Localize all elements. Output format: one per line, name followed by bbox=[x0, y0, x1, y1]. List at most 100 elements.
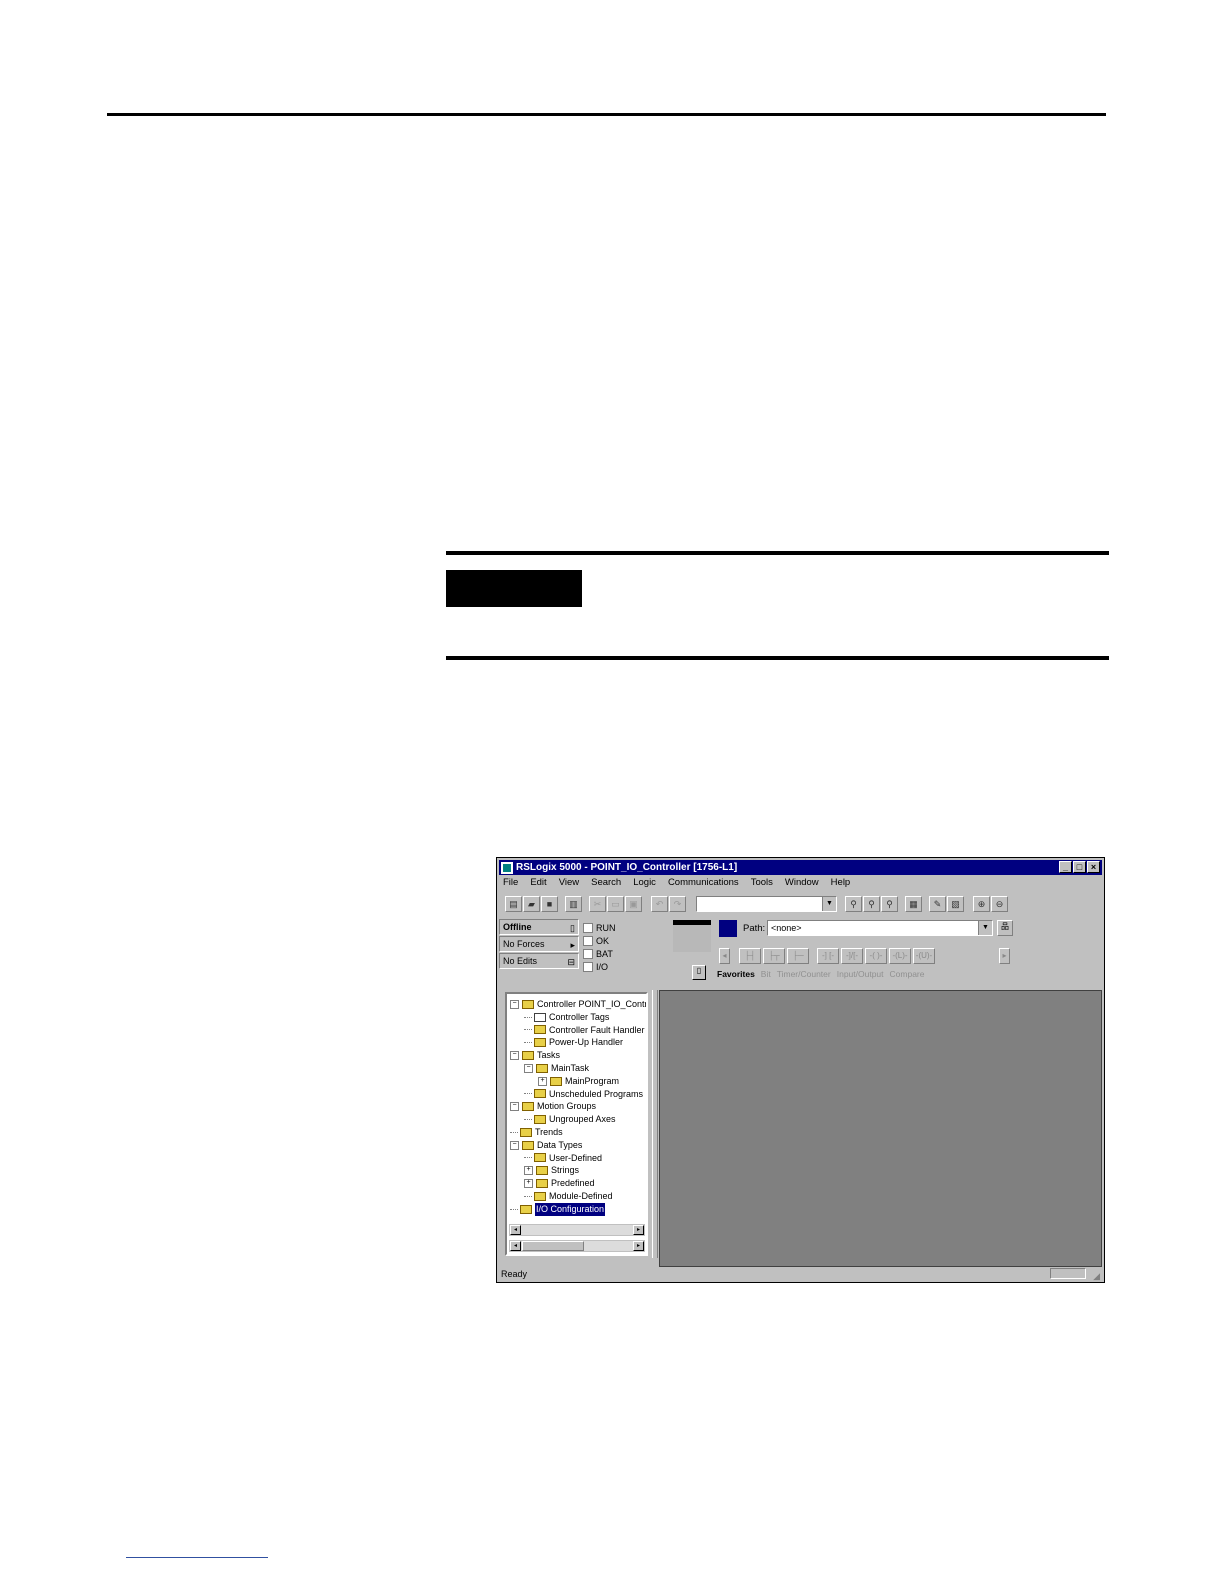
search-combo[interactable]: ▼ bbox=[696, 896, 837, 912]
xio-icon[interactable]: -]/[- bbox=[841, 948, 863, 964]
rung-icon[interactable]: ├┤ bbox=[739, 948, 761, 964]
new-icon[interactable]: ▤ bbox=[505, 896, 522, 912]
expand-icon[interactable]: + bbox=[538, 1076, 547, 1086]
scroll-left-icon[interactable]: ◂ bbox=[510, 1225, 521, 1235]
path-label: Path: bbox=[743, 923, 766, 934]
tree-node[interactable]: Unscheduled Programs bbox=[510, 1088, 646, 1101]
menu-view[interactable]: View bbox=[557, 877, 581, 891]
chevron-down-icon[interactable]: ▼ bbox=[978, 921, 992, 935]
find-next-icon[interactable]: ⚲ bbox=[863, 896, 880, 912]
zoom-out-icon[interactable]: ⊖ bbox=[991, 896, 1008, 912]
menu-communications[interactable]: Communications bbox=[666, 877, 741, 891]
edits-status[interactable]: No Edits ⊟ bbox=[499, 953, 579, 969]
tree-node-label: Trends bbox=[535, 1126, 563, 1137]
tab-timer-counter[interactable]: Timer/Counter bbox=[777, 969, 831, 982]
tree-node[interactable]: − Tasks bbox=[510, 1049, 646, 1062]
paste-icon[interactable]: ▣ bbox=[625, 896, 642, 912]
tree-node[interactable]: − MainTask bbox=[510, 1062, 646, 1075]
menu-search[interactable]: Search bbox=[589, 877, 623, 891]
find-icon[interactable]: ⚲ bbox=[845, 896, 862, 912]
menu-logic[interactable]: Logic bbox=[631, 877, 658, 891]
branch-level-icon[interactable]: ├─ bbox=[787, 948, 809, 964]
undo-icon[interactable]: ↶ bbox=[651, 896, 668, 912]
save-icon[interactable]: ■ bbox=[541, 896, 558, 912]
minimize-button[interactable]: _ bbox=[1059, 861, 1072, 873]
cut-icon[interactable]: ✂ bbox=[589, 896, 606, 912]
io-led-icon bbox=[583, 961, 593, 972]
tab-input-output[interactable]: Input/Output bbox=[837, 969, 884, 982]
otu-icon[interactable]: -(U)- bbox=[913, 948, 935, 964]
tree-node[interactable]: I/O Configuration bbox=[510, 1202, 646, 1216]
collapse-icon[interactable]: − bbox=[524, 1063, 533, 1073]
tree-scrollbar-2[interactable]: ◂ ▸ bbox=[509, 1240, 645, 1252]
find-prev-icon[interactable]: ⚲ bbox=[881, 896, 898, 912]
verify-icon[interactable]: ▦ bbox=[905, 896, 922, 912]
tree-node[interactable]: Controller Tags bbox=[510, 1011, 646, 1024]
ote-icon[interactable]: -( )- bbox=[865, 948, 887, 964]
menu-tools[interactable]: Tools bbox=[749, 877, 775, 891]
chevron-down-icon[interactable]: ▼ bbox=[822, 897, 836, 911]
branch-icon[interactable]: ├┬ bbox=[763, 948, 785, 964]
app-icon[interactable] bbox=[501, 861, 513, 874]
print-icon[interactable]: ▥ bbox=[565, 896, 582, 912]
edit-icon[interactable]: ✎ bbox=[929, 896, 946, 912]
otl-icon[interactable]: -(L)- bbox=[889, 948, 911, 964]
scroll-thumb[interactable] bbox=[522, 1241, 584, 1251]
maximize-button[interactable]: □ bbox=[1073, 861, 1086, 873]
tree-node[interactable]: + Predefined bbox=[510, 1177, 646, 1190]
copy-icon[interactable]: ▭ bbox=[607, 896, 624, 912]
indicator-io: I/O bbox=[583, 960, 616, 973]
tree-node-label: Unscheduled Programs bbox=[549, 1088, 644, 1099]
xic-icon[interactable]: -] [- bbox=[817, 948, 839, 964]
tab-bit[interactable]: Bit bbox=[761, 969, 771, 982]
path-value: <none> bbox=[771, 923, 802, 933]
tree-node[interactable]: − Data Types bbox=[510, 1139, 646, 1152]
pane-splitter[interactable] bbox=[652, 990, 658, 1258]
battery-icon[interactable]: ▯ bbox=[692, 965, 706, 980]
menu-edit[interactable]: Edit bbox=[528, 877, 548, 891]
title-bar[interactable]: RSLogix 5000 - POINT_IO_Controller [1756… bbox=[499, 860, 1102, 875]
expand-icon[interactable]: + bbox=[524, 1166, 533, 1176]
tree-node[interactable]: + MainProgram bbox=[510, 1075, 646, 1088]
close-button[interactable]: × bbox=[1087, 861, 1100, 873]
collapse-icon[interactable]: − bbox=[510, 1051, 519, 1061]
resize-grip-icon[interactable]: ◢ bbox=[1093, 1269, 1100, 1282]
ok-led-icon bbox=[583, 935, 593, 946]
tree-node[interactable]: − Controller POINT_IO_Contro bbox=[510, 998, 646, 1011]
collapse-icon[interactable]: − bbox=[510, 1102, 519, 1112]
menu-file[interactable]: File bbox=[501, 877, 520, 891]
tree-node[interactable]: User-Defined bbox=[510, 1152, 646, 1165]
tree-node[interactable]: Power-Up Handler bbox=[510, 1036, 646, 1049]
tree-node[interactable]: Controller Fault Handler bbox=[510, 1024, 646, 1037]
expand-icon[interactable]: + bbox=[524, 1179, 533, 1189]
scroll-right-icon[interactable]: ▸ bbox=[633, 1225, 644, 1235]
indicator-bat-label: BAT bbox=[596, 948, 613, 959]
tree-node[interactable]: Module-Defined bbox=[510, 1190, 646, 1203]
tree-node[interactable]: − Motion Groups bbox=[510, 1100, 646, 1113]
folder-icon bbox=[550, 1076, 562, 1086]
folder-icon bbox=[536, 1166, 548, 1176]
scroll-right-icon[interactable]: ▸ bbox=[633, 1241, 644, 1251]
redo-icon[interactable]: ↷ bbox=[669, 896, 686, 912]
scroll-right-icon[interactable]: ▸ bbox=[999, 948, 1010, 964]
collapse-icon[interactable]: − bbox=[510, 999, 519, 1009]
tab-favorites[interactable]: Favorites bbox=[717, 969, 755, 982]
path-combo[interactable]: <none> ▼ bbox=[767, 920, 993, 936]
zoom-in-icon[interactable]: ⊕ bbox=[973, 896, 990, 912]
tree-scrollbar-1[interactable]: ◂ ▸ bbox=[509, 1224, 645, 1236]
tree-node[interactable]: + Strings bbox=[510, 1164, 646, 1177]
who-active-icon[interactable]: 品 bbox=[997, 920, 1013, 936]
forces-status[interactable]: No Forces ▸ bbox=[499, 936, 579, 952]
network-icon[interactable] bbox=[719, 920, 737, 937]
tab-compare[interactable]: Compare bbox=[890, 969, 925, 982]
menu-window[interactable]: Window bbox=[783, 877, 821, 891]
mode-status[interactable]: Offline ▯ bbox=[499, 919, 579, 935]
tree-node[interactable]: Ungrouped Axes bbox=[510, 1113, 646, 1126]
scroll-left-icon[interactable]: ◂ bbox=[719, 948, 730, 964]
properties-icon[interactable]: ▧ bbox=[947, 896, 964, 912]
scroll-left-icon[interactable]: ◂ bbox=[510, 1241, 521, 1251]
menu-help[interactable]: Help bbox=[829, 877, 853, 891]
tree-node[interactable]: Trends bbox=[510, 1126, 646, 1139]
collapse-icon[interactable]: − bbox=[510, 1140, 519, 1150]
open-icon[interactable]: ▰ bbox=[523, 896, 540, 912]
